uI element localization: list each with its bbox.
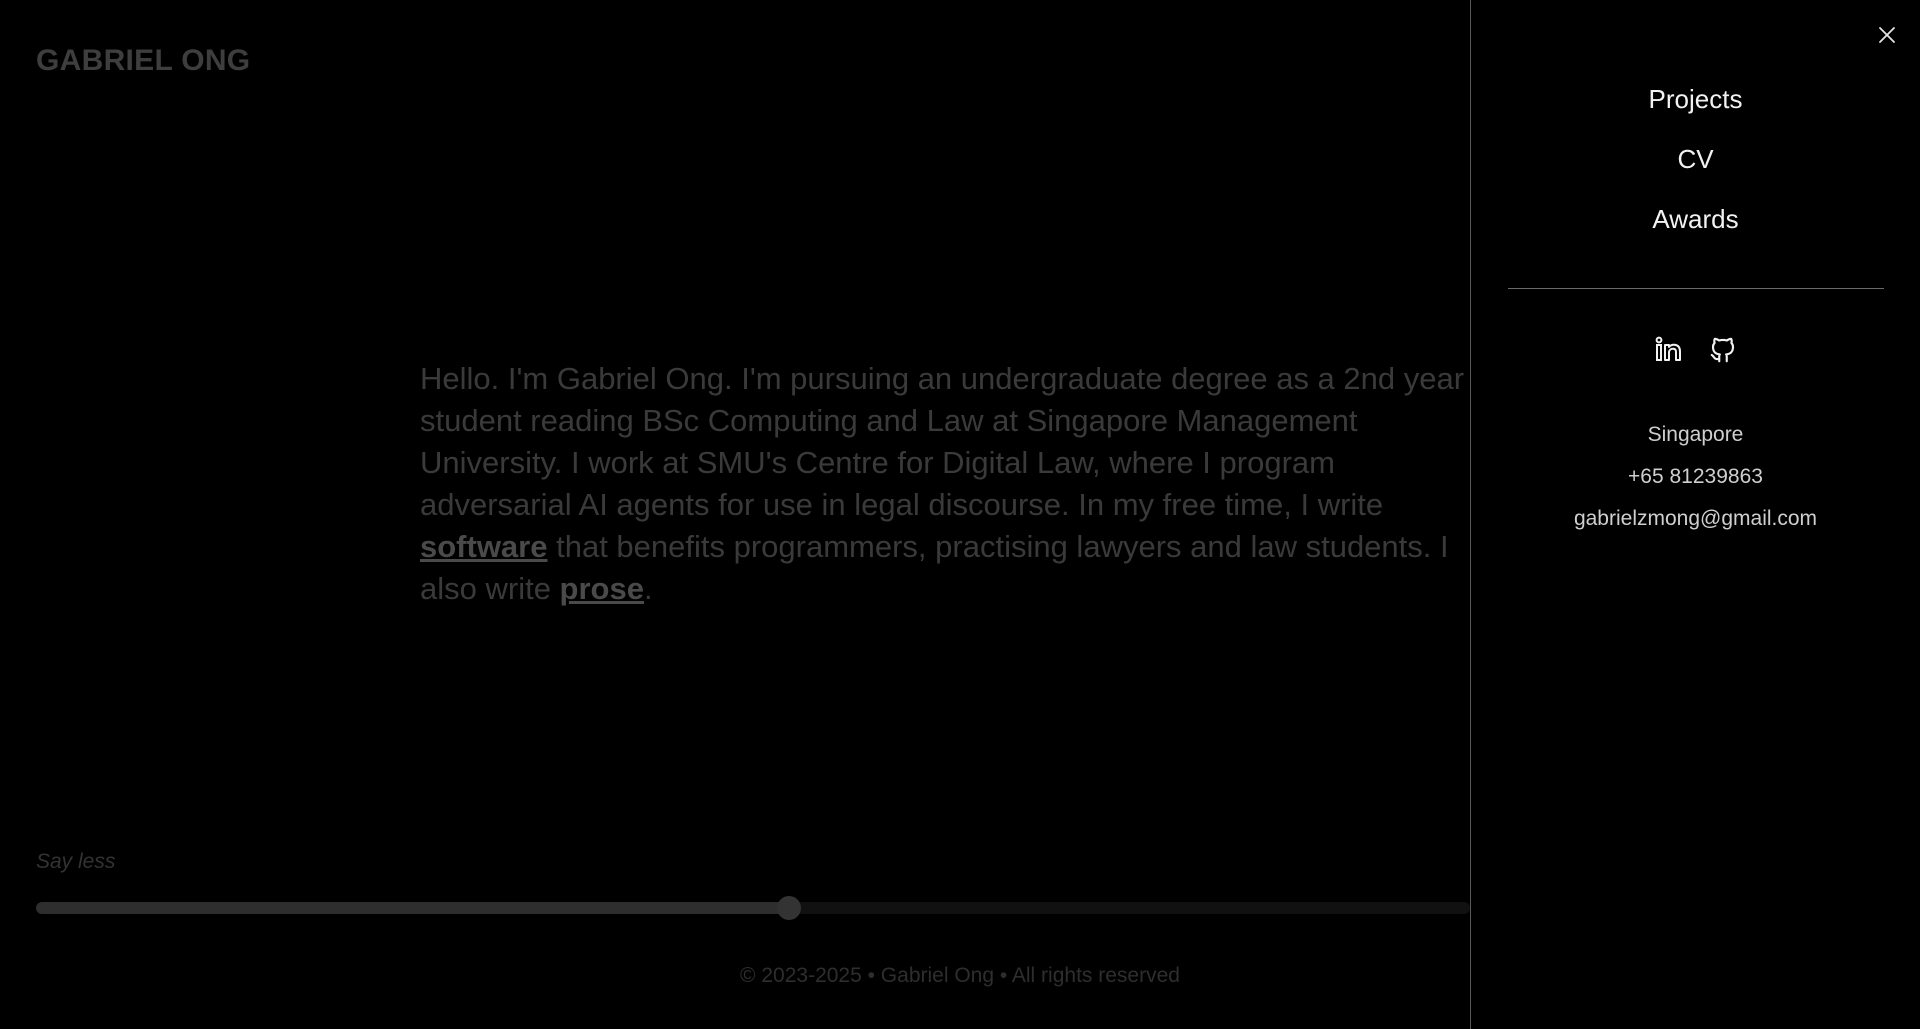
side-menu: Projects CV Awards Singapore +65 8123986… (1470, 0, 1920, 1029)
page: GABRIEL ONG Hello. I'm Gabriel Ong. I'm … (0, 0, 1920, 1029)
close-menu-button[interactable] (1872, 22, 1902, 52)
contact-phone[interactable]: +65 81239863 (1628, 456, 1763, 498)
contact-location: Singapore (1647, 423, 1744, 446)
github-link[interactable] (1707, 336, 1739, 368)
contact-info: Singapore +65 81239863 gabrielzmong@gmai… (1471, 414, 1920, 540)
close-icon (1878, 26, 1896, 49)
slider-thumb[interactable] (776, 896, 801, 920)
bio-text-1: Hello. I'm Gabriel Ong. I'm pursuing an … (420, 361, 1465, 522)
verbosity-slider[interactable] (36, 896, 1470, 920)
menu-divider (1508, 288, 1884, 289)
bio-text-3: . (643, 571, 653, 606)
menu-nav: Projects CV Awards (1471, 82, 1920, 262)
prose-link[interactable]: prose (560, 571, 644, 606)
slider-fill (36, 902, 789, 914)
linkedin-link[interactable] (1653, 336, 1685, 368)
menu-item-cv[interactable]: CV (1677, 142, 1713, 176)
menu-item-projects[interactable]: Projects (1649, 82, 1743, 116)
contact-email[interactable]: gabrielzmong@gmail.com (1574, 498, 1817, 540)
verbosity-slider-label: Say less (36, 850, 116, 873)
linkedin-icon (1654, 335, 1684, 370)
site-logo[interactable]: GABRIEL ONG (36, 44, 250, 78)
github-icon (1708, 335, 1738, 370)
menu-item-awards[interactable]: Awards (1652, 202, 1738, 236)
social-links (1471, 336, 1920, 368)
software-link[interactable]: software (420, 529, 547, 564)
bio-paragraph: Hello. I'm Gabriel Ong. I'm pursuing an … (420, 358, 1480, 610)
